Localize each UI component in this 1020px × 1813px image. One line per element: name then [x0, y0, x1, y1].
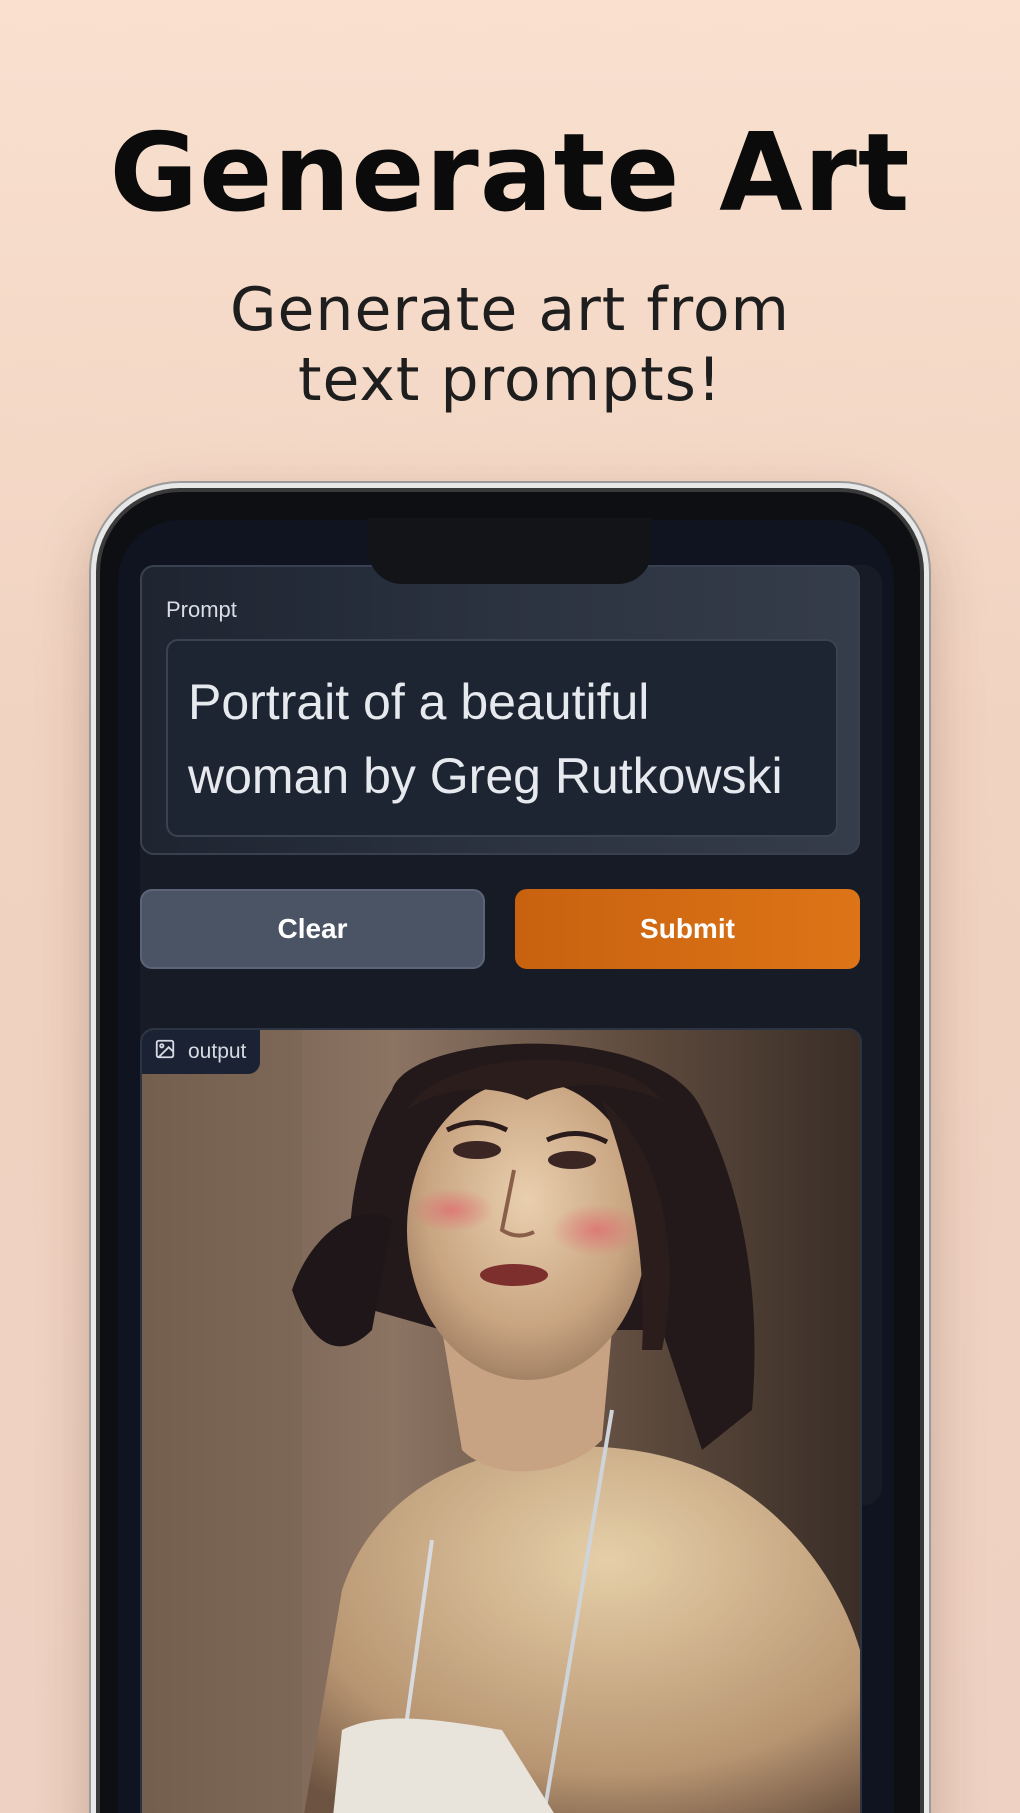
- clear-button[interactable]: Clear: [140, 889, 485, 969]
- promo-subline-line-1: Generate art from: [230, 275, 790, 345]
- prompt-block: Prompt Portrait of a beautiful woman by …: [140, 565, 860, 855]
- promo-subline: Generate art from text prompts!: [0, 275, 1020, 415]
- phone-side-button: [92, 790, 98, 850]
- app-screen: Prompt Portrait of a beautiful woman by …: [118, 520, 894, 1813]
- output-tag: output: [142, 1030, 261, 1074]
- generated-portrait-image: [142, 1030, 860, 1813]
- submit-button[interactable]: Submit: [515, 889, 860, 969]
- prompt-label: Prompt: [166, 597, 237, 622]
- output-panel: output: [140, 1028, 862, 1813]
- prompt-input[interactable]: Portrait of a beautiful woman by Greg Ru…: [166, 639, 838, 837]
- phone-notch: [368, 518, 652, 584]
- prompt-text-line-1: Portrait of a beautiful: [188, 674, 650, 730]
- image-icon: [154, 1038, 176, 1066]
- promo-subline-line-2: text prompts!: [297, 345, 722, 415]
- output-label: output: [188, 1040, 247, 1063]
- prompt-text-line-2: woman by Greg Rutkowski: [188, 748, 783, 804]
- promo-headline: Generate Art: [109, 111, 911, 236]
